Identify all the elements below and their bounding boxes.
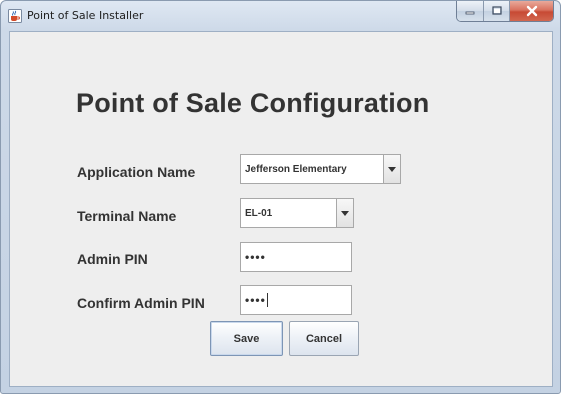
terminal-name-dropdown-button[interactable]: [336, 199, 353, 227]
terminal-name-select[interactable]: EL-01: [240, 198, 354, 228]
application-name-value: Jefferson Elementary: [245, 163, 347, 175]
maximize-icon: [491, 6, 502, 15]
cancel-button[interactable]: Cancel: [289, 321, 359, 356]
confirm-admin-pin-label: Confirm Admin PIN: [77, 295, 205, 311]
text-cursor: [266, 293, 268, 307]
save-button[interactable]: Save: [210, 321, 283, 356]
installer-window: Point of Sale Installer Point of Sale Co…: [0, 0, 561, 394]
form-panel: Point of Sale Configuration Application …: [9, 31, 553, 387]
chevron-down-icon: [388, 166, 396, 172]
close-icon: [526, 5, 537, 17]
admin-pin-label: Admin PIN: [77, 251, 148, 267]
admin-pin-value: ••••: [245, 250, 266, 264]
page-title: Point of Sale Configuration: [76, 88, 430, 118]
chevron-down-icon: [341, 210, 349, 216]
application-name-dropdown-button[interactable]: [383, 155, 400, 183]
terminal-name-value: EL-01: [245, 207, 273, 219]
close-button[interactable]: [509, 1, 553, 21]
admin-pin-field[interactable]: ••••: [240, 242, 352, 272]
confirm-admin-pin-value: ••••: [245, 293, 266, 307]
window-controls: [456, 1, 554, 22]
application-name-label: Application Name: [77, 164, 196, 180]
maximize-button[interactable]: [483, 1, 509, 21]
minimize-button[interactable]: [457, 1, 483, 21]
confirm-admin-pin-field[interactable]: ••••: [240, 285, 352, 315]
application-name-select[interactable]: Jefferson Elementary: [240, 154, 401, 184]
window-title: Point of Sale Installer: [27, 9, 144, 22]
java-cup-icon: [8, 9, 22, 23]
terminal-name-label: Terminal Name: [77, 208, 177, 224]
minimize-icon: [465, 11, 475, 15]
title-bar[interactable]: Point of Sale Installer: [1, 1, 560, 31]
